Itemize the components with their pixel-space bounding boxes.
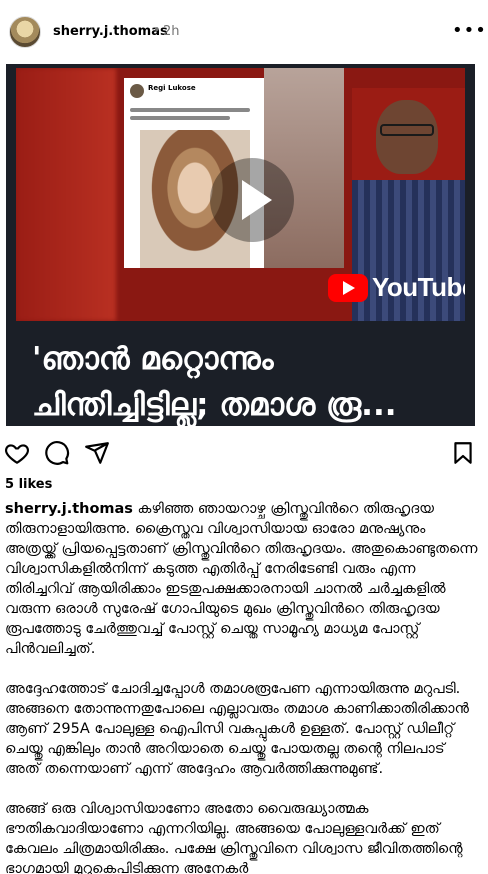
avatar[interactable] [9, 16, 41, 48]
caption-paragraph-1: sherry.j.thomas കഴിഞ്ഞ ഞായറാഴ്ച ക്രിസ്തു… [5, 499, 479, 659]
caption-paragraph-3: അങ്ങ് ഒരു വിശ്വാസിയാണോ അതോ വൈരുദ്ധ്യാത്മ… [5, 801, 463, 874]
play-icon[interactable] [210, 158, 294, 242]
heart-icon[interactable] [4, 440, 30, 466]
send-icon[interactable] [84, 440, 110, 466]
video-thumbnail[interactable]: Regi Lukose YouTube [16, 68, 465, 321]
speaker-head [376, 100, 438, 174]
username[interactable]: sherry.j.thomas [53, 24, 168, 39]
caption-paragraph-2: അദ്ദേഹത്തോട് ചോദിച്ചപ്പോൾ തമാശരൂപേണ എന്ന… [5, 681, 469, 777]
card-avatar [130, 84, 144, 98]
card-name: Regi Lukose [148, 84, 196, 92]
post-header: sherry.j.thomas • 2h ••• [0, 0, 488, 64]
comment-icon[interactable] [44, 440, 70, 466]
post-time: 2h [163, 24, 180, 39]
more-options-icon[interactable]: ••• [452, 20, 487, 41]
youtube-logo-icon [328, 273, 368, 302]
speaker-glasses [380, 124, 434, 136]
post-media[interactable]: Regi Lukose YouTube 'ഞാൻ മറ്റൊന്നും ചിന്… [6, 64, 475, 426]
like-count[interactable]: 5 likes [5, 477, 52, 492]
bookmark-icon[interactable] [450, 440, 476, 466]
card-text-line [130, 108, 250, 112]
headline-line-1: 'ഞാൻ മറ്റൊന്നും [32, 341, 274, 377]
caption-text-1: കഴിഞ്ഞ ഞായറാഴ്ച ക്രിസ്തുവിൻറെ തിരുഹൃദയ ത… [5, 501, 478, 657]
youtube-watermark: YouTube [328, 272, 465, 303]
blurred-region [16, 68, 116, 321]
headline-line-2: ചിന്തിച്ചിട്ടില്ല; തമാശ രൂ... [32, 387, 397, 423]
separator-dot: • [153, 23, 161, 38]
youtube-label: YouTube [372, 272, 465, 302]
card-text-line [130, 116, 230, 120]
action-bar [0, 434, 488, 470]
video-headline: 'ഞാൻ മറ്റൊന്നും ചിന്തിച്ചിട്ടില്ല; തമാശ … [32, 336, 462, 426]
post-caption: sherry.j.thomas കഴിഞ്ഞ ഞായറാഴ്ച ക്രിസ്തു… [5, 499, 479, 874]
caption-author[interactable]: sherry.j.thomas [5, 501, 133, 517]
